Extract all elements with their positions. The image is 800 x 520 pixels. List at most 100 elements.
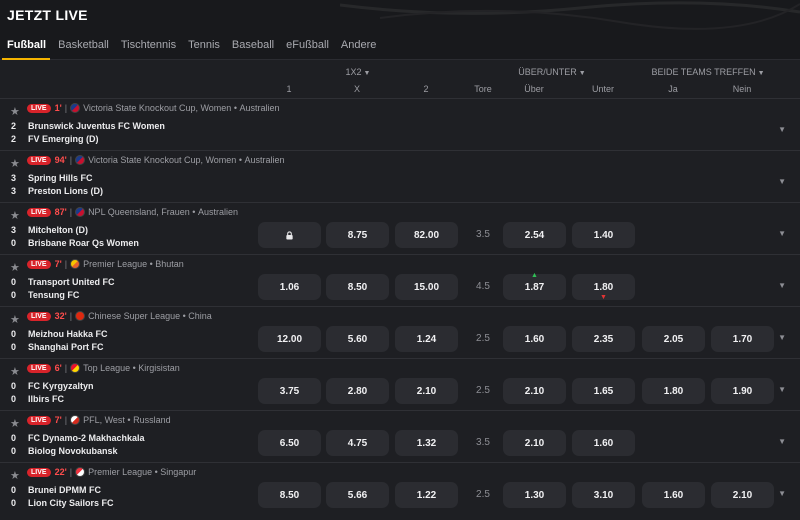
odds-button-two[interactable]: 1.24	[395, 326, 458, 352]
live-badge: LIVE	[27, 103, 51, 113]
tab-3[interactable]: Tennis	[188, 39, 220, 59]
star-icon[interactable]: ★	[10, 469, 20, 482]
odds-button-one[interactable]	[258, 222, 321, 248]
odds-button-nein[interactable]: 2.10	[711, 482, 774, 508]
chevron-down-icon[interactable]: ▼	[778, 489, 786, 498]
score-home: 0	[11, 328, 17, 339]
odds-button-one[interactable]: 3.75	[258, 378, 321, 404]
odds-button-over[interactable]: 1.87 ▲	[503, 272, 566, 300]
odds-button-two[interactable]: 15.00	[395, 274, 458, 300]
odds-value: 8.50	[279, 489, 300, 501]
team-away: Tensung FC	[28, 289, 80, 300]
odds-button-over[interactable]: 2.54	[503, 222, 566, 248]
odds-button-x[interactable]: 8.75	[326, 222, 389, 248]
odds-button-one[interactable]: 1.06	[258, 274, 321, 300]
teams[interactable]: 3 Mitchelton (D) 0 Brisbane Roar Qs Women	[11, 223, 139, 249]
odds-button-ja[interactable]: 2.05	[642, 326, 705, 352]
teams[interactable]: 2 Brunswick Juventus FC Women 2 FV Emerging…	[11, 119, 165, 145]
odds-button-over[interactable]: 2.10	[503, 430, 566, 456]
odds-button-under[interactable]: 2.35	[572, 326, 635, 352]
bullet: •	[124, 415, 134, 425]
separator: |	[69, 467, 73, 477]
odds-button-nein[interactable]: 1.70	[711, 326, 774, 352]
star-icon[interactable]: ★	[10, 209, 20, 222]
chevron-down-icon[interactable]: ▼	[778, 125, 786, 134]
teams[interactable]: 0 Transport United FC 0 Tensung FC	[11, 275, 115, 301]
live-badge: LIVE	[27, 259, 51, 269]
odds-button-two[interactable]: 1.22	[395, 482, 458, 508]
odds-value: 2.10	[524, 437, 545, 449]
competition-name[interactable]: PFL, West	[83, 415, 125, 425]
tab-1[interactable]: Basketball	[58, 39, 109, 59]
match-meta: LIVE 7' | Premier League • Bhutan	[27, 259, 184, 269]
goal-line: 3.5	[476, 437, 490, 448]
competition-name[interactable]: Premier League	[88, 467, 152, 477]
odds-button-x[interactable]: 8.50	[326, 274, 389, 300]
odds-button-nein[interactable]: 1.90	[711, 378, 774, 404]
star-icon[interactable]: ★	[10, 313, 20, 326]
group-both-teams-score[interactable]: BEIDE TEAMS TREFFEN ▼	[651, 67, 764, 77]
odds-button-under[interactable]: 3.10	[572, 482, 635, 508]
tab-4[interactable]: Baseball	[232, 39, 274, 59]
competition-name[interactable]: Chinese Super League	[88, 311, 180, 321]
tab-2[interactable]: Tischtennis	[121, 39, 176, 59]
team-away: Biolog Novokubansk	[28, 445, 118, 456]
chevron-down-icon[interactable]: ▼	[778, 229, 786, 238]
odds-button-over[interactable]: 2.10	[503, 378, 566, 404]
tab-6[interactable]: Andere	[341, 39, 376, 59]
competition-name[interactable]: Victoria State Knockout Cup, Women	[83, 103, 231, 113]
match-minute: 7'	[54, 415, 62, 425]
odds-value: 2.10	[524, 385, 545, 397]
odds-button-x[interactable]: 2.80	[326, 378, 389, 404]
country-name: Kirgisistan	[138, 363, 180, 373]
group-over-under[interactable]: ÜBER/UNTER ▼	[518, 67, 585, 77]
competition-name[interactable]: NPL Queensland, Frauen	[88, 207, 190, 217]
bullet: •	[236, 155, 245, 165]
teams[interactable]: 0 FC Dynamo-2 Makhachkala 0 Biolog Novokuba…	[11, 431, 145, 457]
teams[interactable]: 0 Meizhou Hakka FC 0 Shanghai Port FC	[11, 327, 108, 353]
odds-button-x[interactable]: 4.75	[326, 430, 389, 456]
star-icon[interactable]: ★	[10, 417, 20, 430]
chevron-down-icon[interactable]: ▼	[778, 177, 786, 186]
odds-button-under[interactable]: 1.40	[572, 222, 635, 248]
star-icon[interactable]: ★	[10, 105, 20, 118]
competition-name[interactable]: Top League	[83, 363, 130, 373]
group-1x2[interactable]: 1X2 ▼	[346, 67, 371, 77]
competition-name[interactable]: Premier League	[83, 259, 147, 269]
teams[interactable]: 0 Brunei DPMM FC 0 Lion City Sailors FC	[11, 483, 114, 509]
odds-button-under[interactable]: 1.65	[572, 378, 635, 404]
odds-button-x[interactable]: 5.60	[326, 326, 389, 352]
odds-button-two[interactable]: 1.32	[395, 430, 458, 456]
star-icon[interactable]: ★	[10, 261, 20, 274]
odds-button-x[interactable]: 5.66	[326, 482, 389, 508]
match-minute: 7'	[54, 259, 62, 269]
score-away: 2	[11, 133, 17, 144]
chevron-down-icon[interactable]: ▼	[778, 437, 786, 446]
tab-0[interactable]: Fußball	[1, 39, 51, 60]
odds-button-under[interactable]: 1.80 ▼	[572, 274, 635, 301]
match-minute: 87'	[54, 207, 67, 217]
separator: |	[64, 415, 68, 425]
chevron-down-icon[interactable]: ▼	[778, 385, 786, 394]
chevron-down-icon[interactable]: ▼	[778, 333, 786, 342]
odds-button-one[interactable]: 12.00	[258, 326, 321, 352]
odds-button-ja[interactable]: 1.60	[642, 482, 705, 508]
teams[interactable]: 0 FC Kyrgyzaltyn 0 Ilbirs FC	[11, 379, 94, 405]
odds-value: 2.80	[347, 385, 368, 397]
odds-button-ja[interactable]: 1.80	[642, 378, 705, 404]
team-home: FC Dynamo-2 Makhachkala	[28, 432, 145, 443]
odds-button-under[interactable]: 1.60	[572, 430, 635, 456]
odds-button-one[interactable]: 6.50	[258, 430, 321, 456]
odds-button-over[interactable]: 1.30	[503, 482, 566, 508]
tab-5[interactable]: eFußball	[286, 39, 329, 59]
odds-button-over[interactable]: 1.60	[503, 326, 566, 352]
goal-line: 2.5	[476, 385, 490, 396]
star-icon[interactable]: ★	[10, 365, 20, 378]
competition-name[interactable]: Victoria State Knockout Cup, Women	[88, 155, 236, 165]
odds-button-two[interactable]: 82.00	[395, 222, 458, 248]
teams[interactable]: 3 Spring Hills FC 3 Preston Lions (D)	[11, 171, 103, 197]
odds-button-two[interactable]: 2.10	[395, 378, 458, 404]
star-icon[interactable]: ★	[10, 157, 20, 170]
odds-button-one[interactable]: 8.50	[258, 482, 321, 508]
chevron-down-icon[interactable]: ▼	[778, 281, 786, 290]
